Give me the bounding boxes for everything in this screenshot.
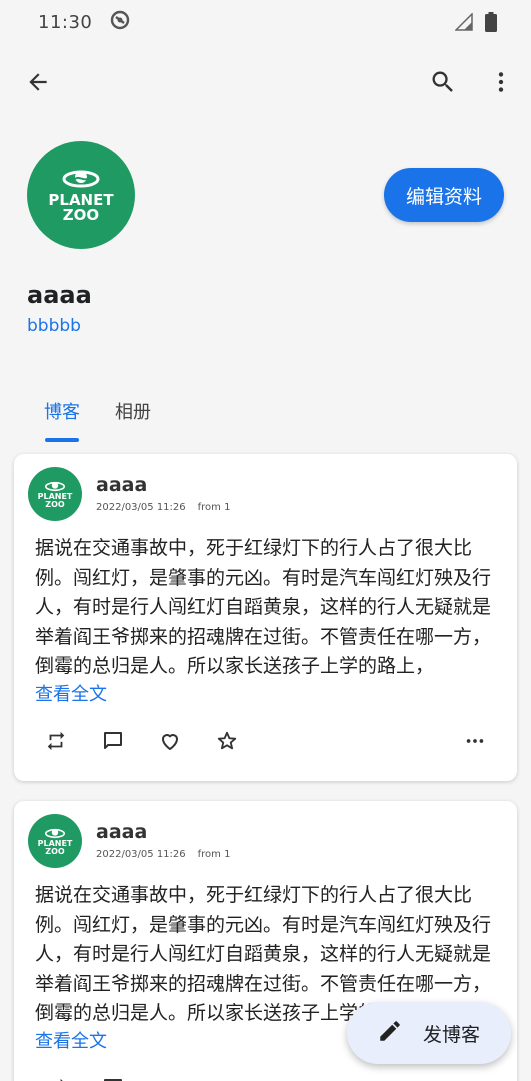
more-vert-icon [488, 69, 514, 99]
post-meta: 2022/03/05 11:26 from 1 [96, 849, 230, 860]
post-actions [14, 1073, 517, 1081]
post-card[interactable]: PLANET ZOO aaaa 2022/03/05 11:26 from 1 据… [14, 454, 517, 781]
repost-icon [45, 730, 67, 756]
logo-text-line2: ZOO [62, 206, 100, 224]
tab-blog[interactable]: 博客 [44, 398, 80, 424]
overflow-menu-button[interactable] [475, 58, 527, 110]
profile-tabs: 博客 相册 [0, 382, 531, 442]
profile-handle[interactable]: bbbbb [27, 316, 81, 336]
comment-button[interactable] [96, 1073, 130, 1081]
signal-icon [454, 12, 473, 36]
battery-icon [485, 12, 497, 37]
post-author: aaaa [96, 474, 148, 496]
post-source: from 1 [197, 849, 231, 860]
heart-icon [158, 729, 182, 757]
post-source: from 1 [197, 502, 231, 513]
comment-icon [101, 1076, 125, 1081]
tab-album[interactable]: 相册 [115, 398, 151, 424]
profile-name: aaaa [27, 281, 92, 309]
planet-zoo-logo-mark [44, 481, 66, 491]
planet-zoo-logo-mark [62, 170, 100, 188]
comment-icon [101, 729, 125, 757]
post-author-avatar[interactable]: PLANET ZOO [28, 814, 82, 868]
repost-button[interactable] [39, 726, 73, 760]
repost-icon [45, 1077, 67, 1081]
fab-label: 发博客 [423, 1023, 481, 1046]
tab-indicator [45, 438, 79, 442]
more-horiz-icon [464, 730, 486, 756]
post-author: aaaa [96, 821, 148, 843]
logo-text-line2: ZOO [45, 846, 65, 856]
search-icon [429, 68, 457, 100]
post-more-button[interactable] [458, 726, 492, 760]
like-button[interactable] [153, 726, 187, 760]
arrow-back-icon [25, 69, 51, 99]
pencil-icon [377, 1018, 403, 1049]
post-body: 据说在交通事故中，死于红绿灯下的行人占了很大比例。闯红灯，是肇事的元凶。有时是汽… [35, 534, 501, 682]
status-bar: 11:30 [0, 0, 531, 44]
post-actions [14, 726, 517, 760]
search-button[interactable] [417, 58, 469, 110]
post-author-avatar[interactable]: PLANET ZOO [28, 467, 82, 521]
logo-text-line2: ZOO [45, 499, 65, 509]
star-icon [216, 730, 238, 756]
post-date: 2022/03/05 11:26 [96, 502, 186, 513]
edit-profile-button[interactable]: 编辑资料 [384, 168, 504, 222]
status-time: 11:30 [38, 11, 93, 33]
read-more-link[interactable]: 查看全文 [35, 680, 107, 706]
post-date: 2022/03/05 11:26 [96, 849, 186, 860]
comment-button[interactable] [96, 726, 130, 760]
profile-avatar[interactable]: PLANET ZOO [27, 141, 135, 249]
toolbar [0, 58, 531, 110]
new-post-fab[interactable]: 发博客 [347, 1002, 511, 1064]
read-more-link[interactable]: 查看全文 [35, 1027, 107, 1053]
planet-zoo-logo-mark [44, 828, 66, 838]
repost-button[interactable] [39, 1073, 73, 1081]
do-not-disturb-icon [110, 10, 130, 35]
back-button[interactable] [12, 58, 64, 110]
post-meta: 2022/03/05 11:26 from 1 [96, 502, 230, 513]
post-text: 据说在交通事故中，死于红绿灯下的行人占了很大比例。闯红灯，是肇事的元凶。有时是汽… [35, 537, 492, 677]
favorite-button[interactable] [210, 726, 244, 760]
